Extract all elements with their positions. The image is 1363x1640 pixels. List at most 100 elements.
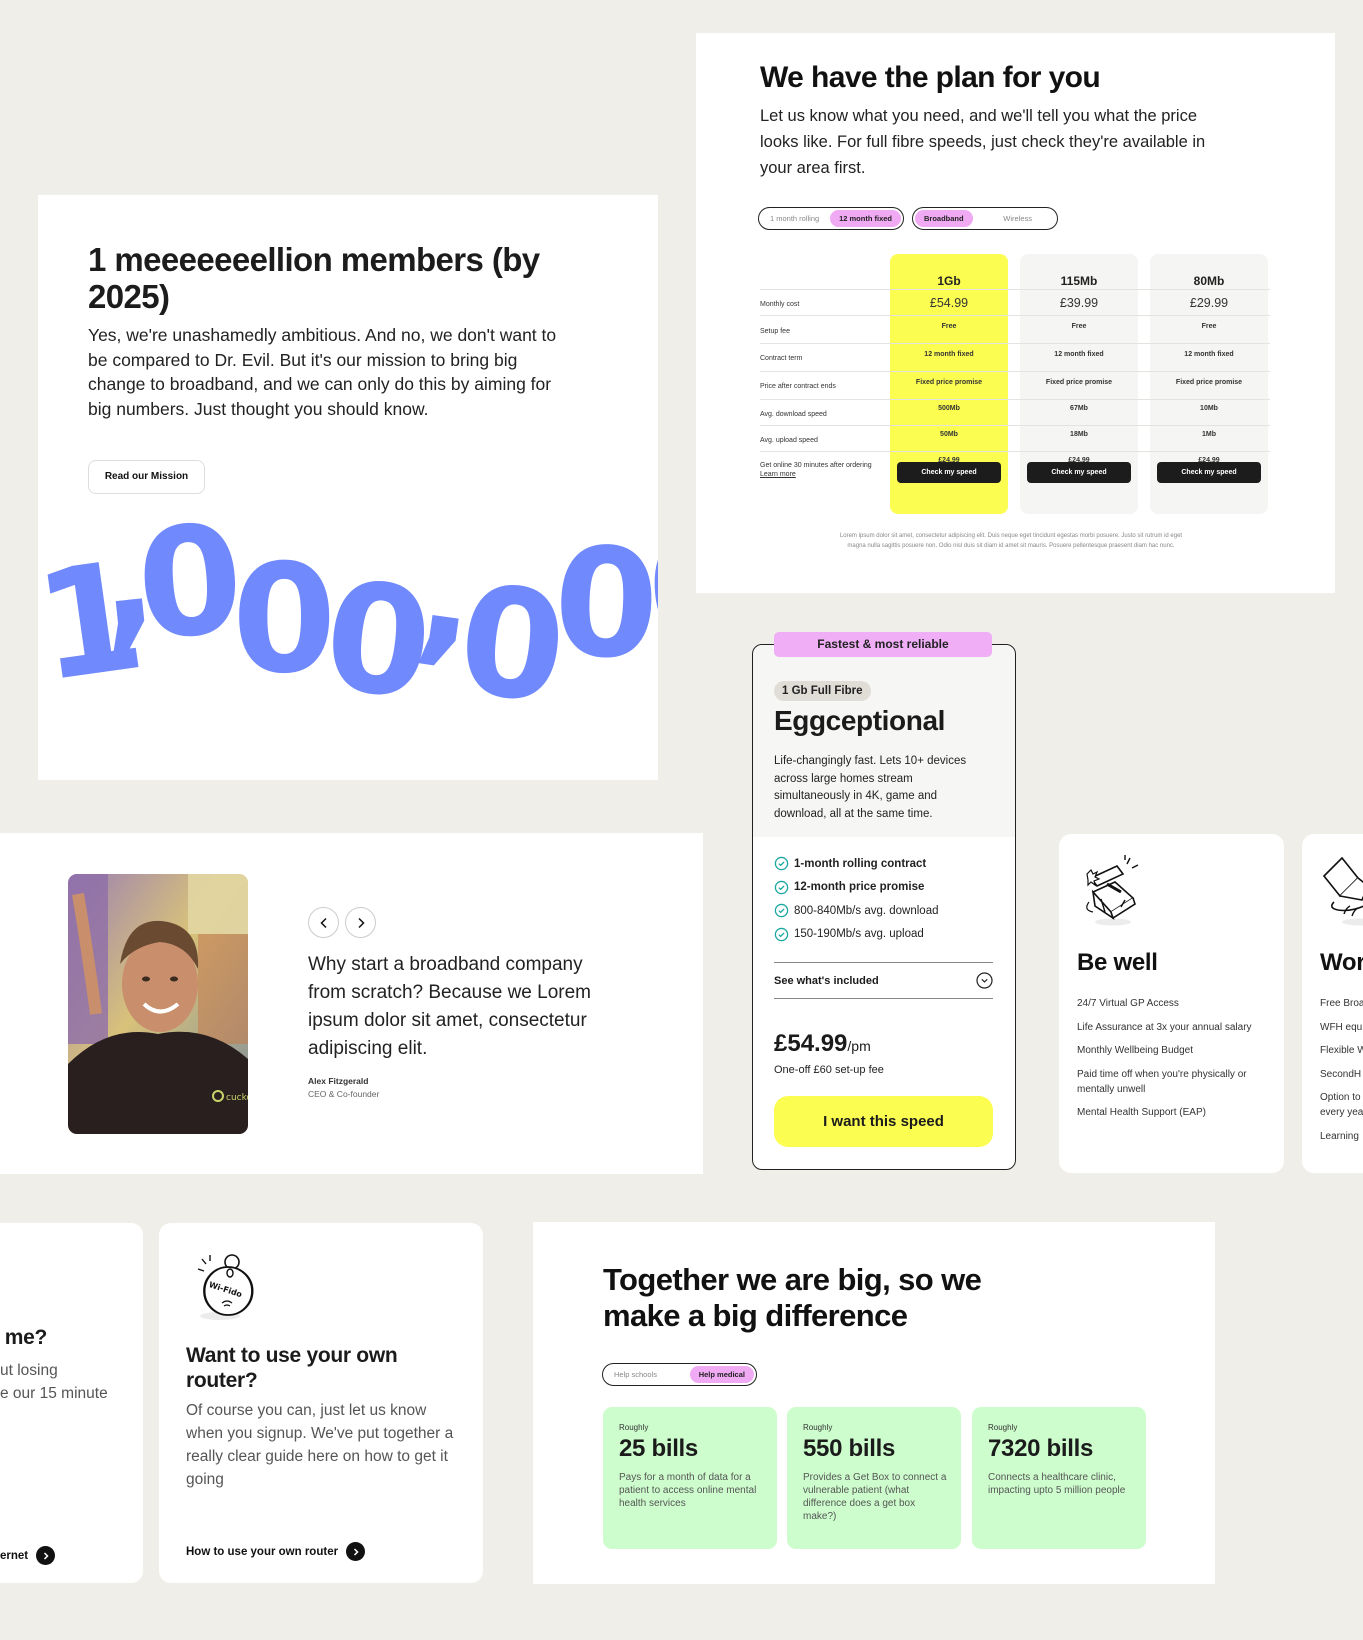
benefit-title: Wor [1320, 949, 1363, 976]
plan-name: 80Mb [1193, 274, 1225, 288]
plan-cell: Free [1071, 323, 1087, 330]
mission-card: 1 meeeeeeellion members (by 2025) Yes, w… [38, 195, 658, 780]
previous-button[interactable] [308, 907, 339, 938]
testimonial-quote: Why start a broadband company from scrat… [308, 954, 592, 1059]
impact-card: Together we are big, so we make a big di… [533, 1222, 1215, 1584]
row-label: Setup fee [760, 328, 790, 335]
feature-item: 1-month rolling contract [774, 852, 939, 876]
benefit-item: Monthly Wellbeing Budget [1077, 1045, 1193, 1056]
toggle-12-month-fixed[interactable]: 12 month fixed [830, 210, 901, 227]
info-card-link[interactable]: ernet [0, 1546, 56, 1565]
plan-cell: 18Mb [1070, 431, 1088, 438]
plan-features: 1-month rolling contract 12-month price … [774, 852, 939, 946]
info-card-body-line: ut losing [0, 1362, 58, 1379]
impact-amount: 25 bills [619, 1435, 698, 1462]
info-card-title: me? [4, 1326, 48, 1349]
arrow-right-circle-icon [36, 1546, 56, 1565]
plan-cell: Free [941, 323, 957, 330]
benefit-card-be-well: Be well 24/7 Virtual GP Access Life Assu… [1059, 834, 1284, 1173]
plan-cell: 12 month fixed [1184, 351, 1234, 358]
plan-cell: Free [1201, 323, 1217, 330]
feature-item: 150-190Mb/s avg. upload [774, 923, 939, 947]
toggle-wireless[interactable]: Wireless [994, 210, 1041, 227]
plan-cell: £54.99 [929, 296, 969, 310]
benefit-item: Free Broa [1320, 998, 1363, 1009]
check-my-speed-button[interactable]: Check my speed [1027, 462, 1131, 483]
impact-prefix: Roughly [619, 1423, 649, 1432]
toggle-1-month-rolling[interactable]: 1 month rolling [761, 210, 828, 227]
impact-prefix: Roughly [988, 1423, 1018, 1432]
row-divider [760, 371, 1270, 372]
see-whats-included-toggle[interactable]: See what's included [774, 962, 993, 999]
info-card-title: Want to use your own router? [186, 1344, 398, 1392]
benefit-title: Be well [1077, 949, 1158, 976]
shirt-logo-text: cuckoo [226, 1093, 248, 1103]
row-divider [760, 315, 1270, 316]
check-my-speed-button[interactable]: Check my speed [1157, 462, 1261, 483]
row-divider [760, 289, 1270, 290]
feature-item: 12-month price promise [774, 876, 939, 900]
plan-cell: Fixed price promise [1045, 379, 1113, 386]
benefit-item: Paid time off when you're physically or … [1077, 1068, 1247, 1095]
impact-toggle: Help schools Help medical [602, 1363, 757, 1386]
i-want-this-speed-button[interactable]: I want this speed [774, 1096, 993, 1147]
info-card-link-text: How to use your own router [186, 1545, 339, 1558]
benefit-item: Life Assurance at 3x your annual salary [1077, 1021, 1252, 1033]
toggle-broadband[interactable]: Broadband [915, 210, 973, 227]
feature-item: 800-840Mb/s avg. download [774, 899, 939, 923]
impact-description: Connects a healthcare clinic, impacting … [988, 1472, 1126, 1496]
row-divider [760, 399, 1270, 400]
type-toggle: Broadband Wireless [912, 207, 1058, 230]
plan-price: £54.99/pm [774, 1030, 871, 1058]
read-mission-button[interactable]: Read our Mission [88, 460, 205, 494]
how-to-use-router-link[interactable]: How to use your own router [186, 1542, 366, 1561]
impact-description: Pays for a month of data for a patient t… [619, 1472, 757, 1509]
plan-price-value: £54.99 [774, 1030, 848, 1057]
impact-amount: 550 bills [803, 1435, 896, 1462]
pricing-fine-print: Lorem ipsum dolor sit amet, consectetur … [839, 533, 1183, 549]
info-card-partial: me? ut losing e our 15 minute ernet [0, 1223, 143, 1583]
impact-title: Together we are big, so we make a big di… [603, 1262, 982, 1333]
impact-description: Provides a Get Box to connect a vulnerab… [803, 1472, 947, 1522]
big-number-glyph: 0 [551, 516, 658, 694]
plan-card-eggceptional: 1 Gb Full Fibre Eggceptional Life-changi… [752, 644, 1016, 1170]
info-card-body: Of course you can, just let us know when… [186, 1402, 454, 1488]
impact-tile: Roughly 25 bills Pays for a month of dat… [603, 1407, 777, 1549]
info-card-link-text: ernet [0, 1549, 29, 1562]
founder-photo: cuckoo [68, 874, 248, 1134]
pricing-card: We have the plan for you Let us know wha… [696, 33, 1335, 593]
benefit-item: SecondH [1320, 1068, 1362, 1080]
benefit-item: WFH equ [1320, 1021, 1363, 1033]
benefit-card-work: Wor Free Broa WFH equ Flexible W SecondH… [1302, 834, 1363, 1173]
row-divider [760, 451, 1270, 452]
plan-cell: 12 month fixed [1054, 351, 1104, 358]
benefit-list: Free Broa WFH equ Flexible W SecondH Opt… [1320, 996, 1363, 1152]
feature-text: 12-month price promise [794, 881, 925, 894]
feature-text: 150-190Mb/s avg. upload [794, 928, 924, 941]
plan-badge: 1 Gb Full Fibre [774, 681, 871, 701]
plan-ribbon: Fastest & most reliable [774, 632, 992, 657]
impact-amount: 7320 bills [988, 1435, 1094, 1462]
learn-more-link[interactable]: Learn more [760, 471, 796, 478]
chevron-down-circle-icon [976, 972, 993, 989]
feature-text: 1-month rolling contract [794, 857, 927, 870]
plan-cell: 10Mb [1200, 405, 1218, 412]
laptop-hand-icon [1322, 856, 1363, 926]
plan-cell: 12 month fixed [924, 351, 974, 358]
plan-cell: £39.99 [1059, 296, 1099, 310]
check-my-speed-button[interactable]: Check my speed [897, 462, 1001, 483]
row-divider [760, 425, 1270, 426]
benefit-item: 24/7 Virtual GP Access [1077, 998, 1179, 1009]
row-label: Avg. download speed [760, 411, 827, 418]
benefit-item: Learning [1320, 1130, 1359, 1142]
next-button[interactable] [345, 907, 376, 938]
plan-cell: 1Mb [1202, 431, 1216, 438]
benefit-item: Option to every yea [1320, 1092, 1363, 1118]
impact-prefix: Roughly [803, 1423, 833, 1432]
row-label: Monthly cost [760, 301, 800, 308]
feature-text: 800-840Mb/s avg. download [794, 904, 939, 917]
arrow-right-circle-icon [346, 1542, 366, 1561]
toggle-help-medical[interactable]: Help medical [689, 1366, 754, 1383]
toggle-help-schools[interactable]: Help schools [605, 1366, 666, 1383]
mission-title: 1 meeeeeeellion members (by 2025) [88, 241, 540, 315]
